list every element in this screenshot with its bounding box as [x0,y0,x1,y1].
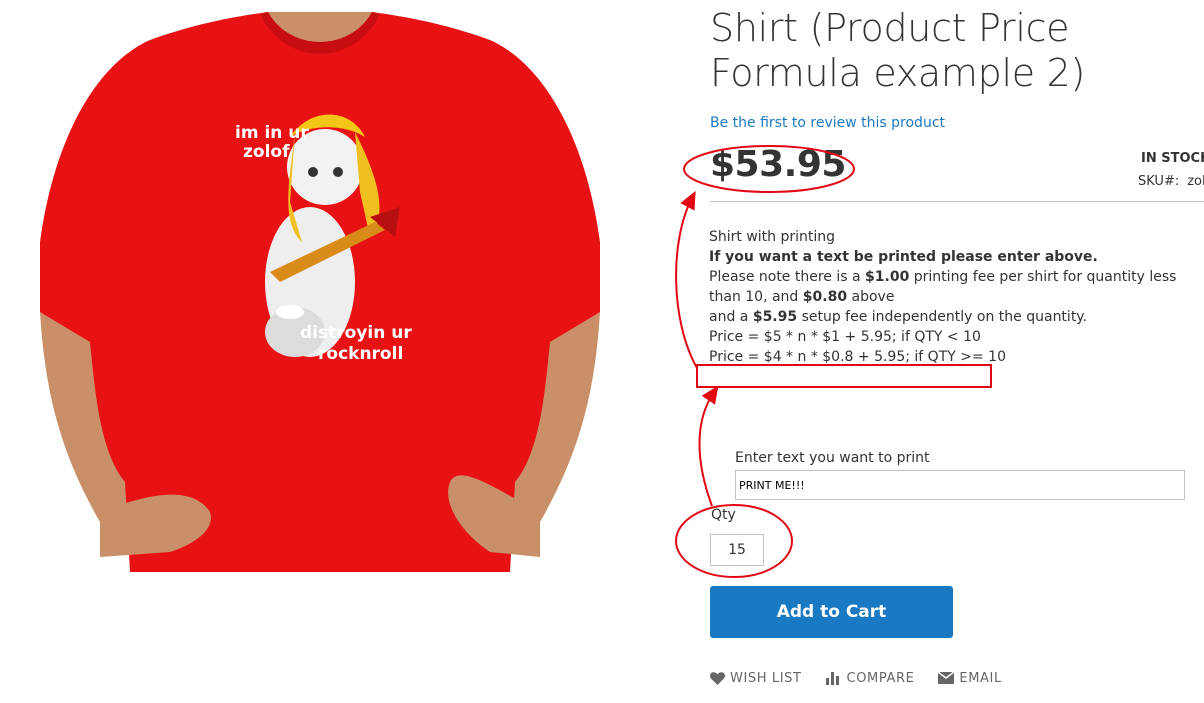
divider [710,201,1204,202]
product-price: $53.95 [710,144,846,185]
page-title: Shirt (Product Price Formula example 2) [710,6,1085,95]
sku-label: SKU#: [1138,174,1180,189]
description-line-4: and a $5.95 setup fee independently on t… [709,309,1088,325]
review-link[interactable]: Be the first to review this product [710,115,945,131]
envelope-icon [938,672,955,684]
arrow-to-price [675,190,698,369]
email-link[interactable]: Email [938,671,1001,686]
compare-link[interactable]: Compare [825,671,915,686]
compare-icon [825,671,839,685]
product-photo-graphic: im in ur zolof distroyin ur rocknroll [40,12,600,572]
wishlist-link[interactable]: Wish List [710,671,802,686]
product-description: Shirt with printing If you want a text b… [709,227,1199,367]
formula-highlight-box [696,364,992,388]
qty-label: Qty [711,507,736,523]
print-text-input[interactable] [735,470,1185,500]
sku-value: zol [1187,174,1204,189]
formula-2: Price = $4 * n * $0.8 + 5.95; if QTY >= … [709,349,1006,365]
sku: SKU#: zol [1138,174,1204,189]
print-text-label: Enter text you want to print [735,450,930,466]
print-text-bottom-2: rocknroll [318,344,403,364]
arrow-to-formula [698,385,719,507]
print-text-top-1: im in ur [235,123,309,143]
heart-icon [710,671,725,685]
formula-1: Price = $5 * n * $1 + 5.95; if QTY < 10 [709,329,981,345]
print-text-bottom-1: distroyin ur [300,323,412,343]
product-social-actions: Wish List Compare Email [710,668,1002,688]
description-line-3: Please note there is a $1.00 printing fe… [709,269,1177,305]
add-to-cart-button[interactable]: Add to Cart [710,586,953,638]
qty-input[interactable] [710,534,764,566]
print-text-top-2: zolof [243,142,290,162]
stock-status: IN STOCK [1141,151,1204,166]
description-line-2: If you want a text be printed please ent… [709,249,1098,265]
description-line-1: Shirt with printing [709,229,836,245]
product-image[interactable]: im in ur zolof distroyin ur rocknroll [40,12,600,572]
